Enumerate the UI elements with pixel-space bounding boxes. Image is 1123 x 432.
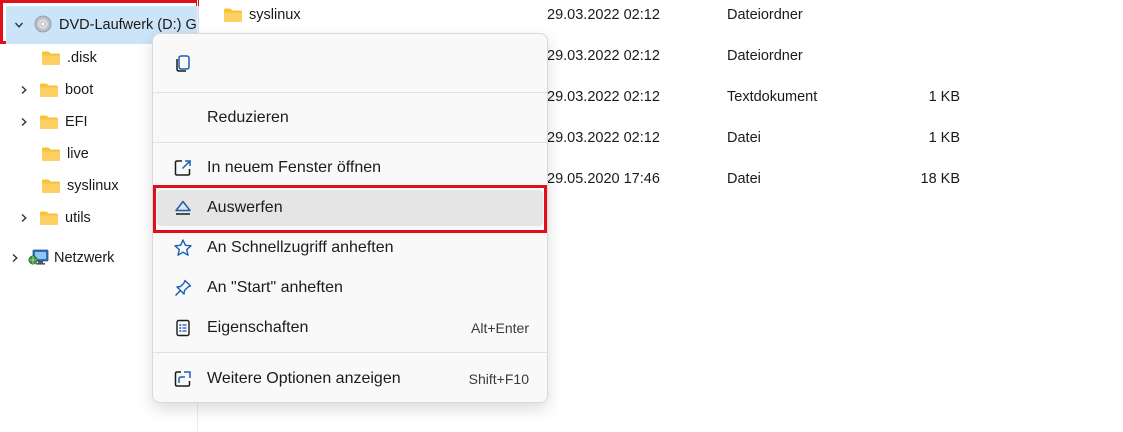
menu-item-collapse[interactable]: Reduzieren	[157, 100, 543, 136]
share-more-icon	[174, 371, 191, 387]
open-external-icon	[174, 160, 191, 176]
menu-item-label: Weitere Optionen anzeigen	[207, 370, 401, 387]
menu-item-label: Reduzieren	[207, 109, 289, 126]
folder-icon	[42, 179, 60, 193]
chevron-right-icon[interactable]	[17, 83, 31, 97]
chevron-right-icon[interactable]	[8, 251, 22, 265]
nav-folder-live[interactable]: live	[15, 140, 89, 168]
file-type: Dateiordner	[727, 48, 803, 64]
file-date: 29.03.2022 02:12	[547, 7, 660, 23]
file-size: 18 KB	[920, 171, 961, 187]
menu-item-label: An Schnellzugriff anheften	[207, 239, 394, 256]
nav-folder-boot[interactable]: boot	[15, 76, 93, 104]
nav-folder-disk[interactable]: .disk	[15, 44, 97, 72]
nav-network-label: Netzwerk	[54, 250, 115, 266]
chevron-down-icon[interactable]	[12, 18, 26, 32]
menu-item-label: In neuem Fenster öffnen	[207, 159, 382, 176]
file-date: 29.03.2022 02:12	[547, 130, 660, 146]
network-icon	[28, 249, 49, 265]
menu-separator	[153, 352, 547, 353]
folder-icon	[42, 147, 60, 161]
copy-button[interactable]	[163, 45, 203, 81]
dvd-drive-icon	[34, 15, 52, 33]
folder-icon	[224, 8, 242, 22]
file-size: 1 KB	[928, 89, 960, 105]
menu-item-pin-start[interactable]: An "Start" anheften	[157, 270, 543, 306]
menu-separator	[153, 142, 547, 143]
context-menu: Reduzieren In neuem Fenster öffnen Auswe…	[152, 33, 548, 403]
folder-icon	[40, 211, 58, 225]
nav-folder-syslinux[interactable]: syslinux	[15, 172, 119, 200]
menu-item-shortcut: Shift+F10	[468, 371, 529, 387]
nav-folder-label: syslinux	[67, 178, 119, 194]
file-date: 29.03.2022 02:12	[547, 48, 660, 64]
menu-item-label: An "Start" anheften	[207, 279, 343, 296]
menu-item-shortcut: Alt+Enter	[471, 320, 529, 336]
properties-icon	[176, 319, 190, 337]
star-icon	[174, 239, 192, 256]
nav-folder-efi[interactable]: EFI	[15, 108, 88, 136]
nav-folder-label: utils	[65, 210, 91, 226]
file-type: Textdokument	[727, 89, 818, 105]
highlight-annotation	[153, 185, 547, 233]
menu-item-label: Eigenschaften	[207, 319, 309, 336]
nav-folder-utils[interactable]: utils	[15, 204, 91, 232]
file-type: Datei	[727, 171, 761, 187]
folder-icon	[42, 51, 60, 65]
file-type: Dateiordner	[727, 7, 803, 23]
chevron-right-icon[interactable]	[17, 115, 31, 129]
menu-item-more-options[interactable]: Weitere Optionen anzeigen Shift+F10	[157, 361, 543, 397]
file-date: 29.03.2022 02:12	[547, 89, 660, 105]
chevron-right-icon[interactable]	[17, 211, 31, 225]
folder-icon	[40, 115, 58, 129]
nav-folder-label: EFI	[65, 114, 88, 130]
nav-folder-label: live	[67, 146, 89, 162]
menu-item-open-new-window[interactable]: In neuem Fenster öffnen	[157, 150, 543, 186]
file-type: Datei	[727, 130, 761, 146]
file-date: 29.05.2020 17:46	[547, 171, 660, 187]
file-name: syslinux	[249, 7, 301, 23]
nav-folder-label: .disk	[67, 50, 97, 66]
menu-separator	[153, 92, 547, 93]
copy-icon	[176, 55, 190, 72]
menu-item-properties[interactable]: Eigenschaften Alt+Enter	[157, 310, 543, 346]
menu-item-pin-quick-access[interactable]: An Schnellzugriff anheften	[157, 230, 543, 266]
file-size: 1 KB	[928, 130, 960, 146]
pin-icon	[174, 279, 192, 297]
folder-icon	[40, 83, 58, 97]
file-name-cell: syslinux	[223, 0, 301, 30]
nav-folder-label: boot	[65, 82, 94, 98]
nav-network[interactable]: Netzwerk	[6, 244, 114, 272]
table-row[interactable]: syslinux 29.03.2022 02:12 Dateiordner	[198, 0, 1123, 30]
